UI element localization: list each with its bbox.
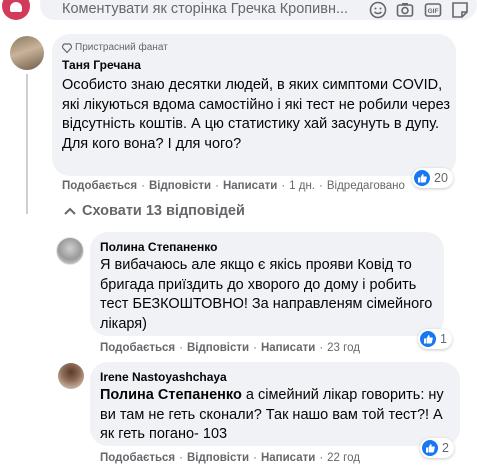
- reaction-count[interactable]: 1: [418, 329, 452, 349]
- like-reaction-icon: [420, 331, 436, 347]
- reply-button[interactable]: Відповісти: [149, 180, 211, 192]
- edited-label[interactable]: Відредаговано: [327, 180, 405, 192]
- reaction-count[interactable]: 2: [420, 438, 454, 458]
- message-button[interactable]: Написати: [261, 452, 315, 464]
- comment-composer: Коментувати як сторінка Гречка Кропивн..…: [0, 0, 477, 24]
- sticker-icon[interactable]: [451, 1, 469, 19]
- camera-icon[interactable]: [396, 1, 414, 19]
- avatar[interactable]: [10, 36, 44, 70]
- svg-text:GIF: GIF: [428, 8, 439, 15]
- thread-line: [26, 74, 28, 214]
- reaction-number: 20: [434, 171, 448, 185]
- message-button[interactable]: Написати: [223, 180, 277, 192]
- reaction-number: 2: [442, 441, 449, 455]
- timestamp[interactable]: 23 год: [327, 342, 360, 354]
- comment-text: Особисто знаю десятки людей, в яких симп…: [62, 77, 451, 152]
- like-button[interactable]: Подобається: [100, 452, 175, 464]
- hide-replies-label: Сховати 13 відповідей: [82, 203, 245, 219]
- reply-actions: Подобається · Відповісти · Написати · 22 го…: [100, 452, 360, 464]
- reply-actions: Подобається · Відповісти · Написати · 23 го…: [100, 342, 360, 354]
- comment-actions: Подобається · Відповісти · Написати · 1 дн.…: [62, 180, 405, 192]
- hide-replies-button[interactable]: Сховати 13 відповідей: [64, 203, 245, 219]
- reply-button[interactable]: Відповісти: [187, 342, 249, 354]
- reply-button[interactable]: Відповісти: [187, 452, 249, 464]
- chevron-up-icon: [64, 207, 76, 215]
- reply-text: Я вибачаюсь але якщо є якісь прояви Кові…: [100, 257, 433, 332]
- like-reaction-icon: [414, 170, 430, 186]
- reaction-number: 1: [440, 332, 447, 346]
- gif-icon[interactable]: GIF: [424, 1, 442, 19]
- page-avatar: [2, 0, 30, 20]
- reply-text: Полина Степаненко а сімейний лікар говор…: [100, 386, 454, 445]
- heart-icon: [10, 2, 22, 12]
- avatar[interactable]: [56, 237, 84, 265]
- reply-author[interactable]: Irene Nastoyashchaya: [100, 370, 227, 384]
- fan-badge-label: Пристрасний фанат: [75, 42, 168, 53]
- comment-input-placeholder: Коментувати як сторінка Гречка Кропивн..…: [62, 1, 349, 17]
- diamond-icon: [62, 42, 72, 53]
- like-button[interactable]: Подобається: [62, 180, 137, 192]
- timestamp[interactable]: 1 дн.: [289, 180, 315, 192]
- like-button[interactable]: Подобається: [100, 342, 175, 354]
- mention-tag[interactable]: Полина Степаненко: [100, 387, 242, 403]
- reply-author[interactable]: Полина Степаненко: [100, 240, 217, 254]
- reaction-count[interactable]: 20: [412, 168, 453, 188]
- like-reaction-icon: [422, 440, 438, 456]
- fan-badge: Пристрасний фанат: [62, 42, 168, 53]
- avatar[interactable]: [58, 363, 84, 389]
- message-button[interactable]: Написати: [261, 342, 315, 354]
- timestamp[interactable]: 22 год: [327, 452, 360, 464]
- emoji-icon[interactable]: [369, 1, 387, 19]
- comment-author[interactable]: Таня Гречана: [62, 58, 141, 72]
